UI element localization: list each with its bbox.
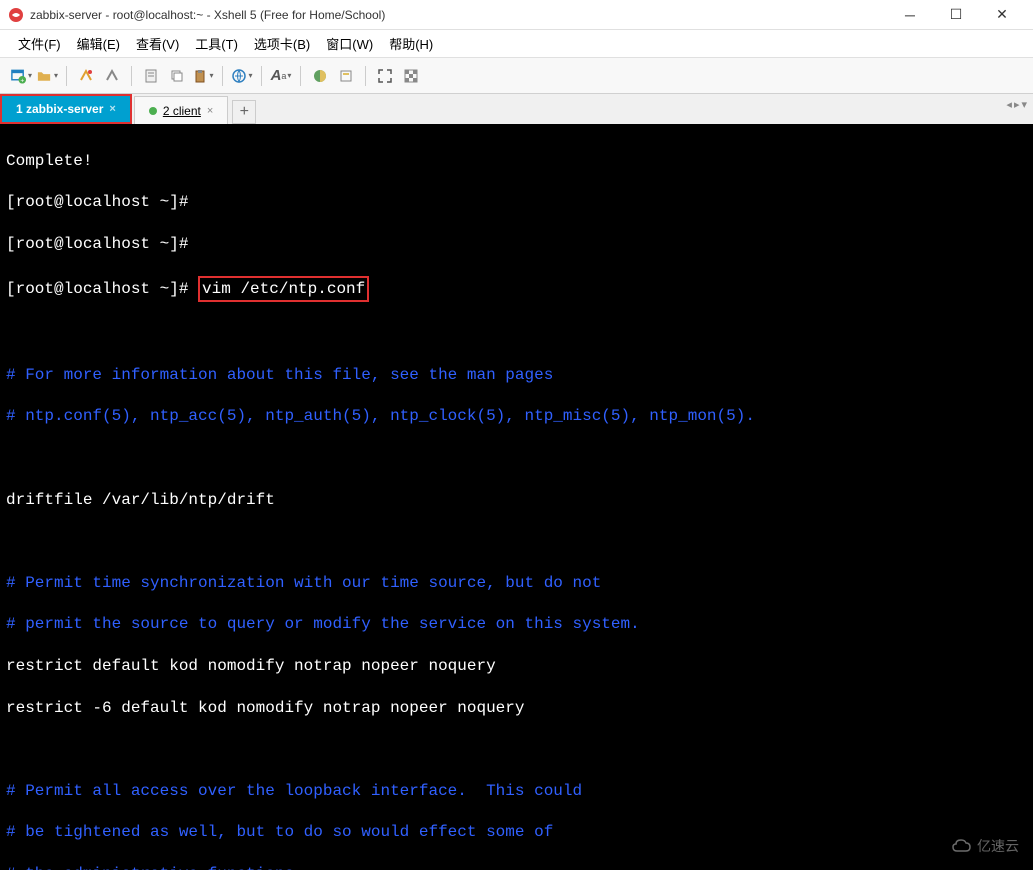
maximize-button[interactable]: ☐	[933, 0, 979, 30]
menu-view[interactable]: 查看(V)	[130, 32, 185, 55]
menubar: 文件(F) 编辑(E) 查看(V) 工具(T) 选项卡(B) 窗口(W) 帮助(…	[0, 30, 1033, 58]
terminal-comment: # For more information about this file, …	[6, 365, 1027, 386]
terminal-comment: # the administrative functions.	[6, 864, 1027, 870]
toolbar: +▾ ▾ ▾ ▾ Aa▾	[0, 58, 1033, 94]
highlighted-command: vim /etc/ntp.conf	[198, 276, 369, 303]
separator	[300, 66, 301, 86]
highlight-button[interactable]	[335, 65, 357, 87]
terminal-line	[6, 739, 1027, 760]
menu-help[interactable]: 帮助(H)	[383, 32, 439, 55]
separator	[66, 66, 67, 86]
menu-tools[interactable]: 工具(T)	[189, 32, 244, 55]
terminal-comment: # ntp.conf(5), ntp_acc(5), ntp_auth(5), …	[6, 406, 1027, 427]
tab-prev-icon[interactable]: ◂	[1006, 98, 1012, 111]
color-scheme-button[interactable]	[309, 65, 331, 87]
properties-button[interactable]	[140, 65, 162, 87]
separator	[365, 66, 366, 86]
transparency-button[interactable]	[400, 65, 422, 87]
terminal-line: [root@localhost ~]#	[6, 192, 1027, 213]
disconnect-button[interactable]	[101, 65, 123, 87]
menu-tabs[interactable]: 选项卡(B)	[248, 32, 316, 55]
terminal-line: Complete!	[6, 151, 1027, 172]
tab-close-icon[interactable]: ×	[109, 103, 115, 115]
watermark: 亿速云	[951, 836, 1019, 856]
tab-client[interactable]: 2 client ×	[134, 96, 228, 124]
close-button[interactable]: ✕	[979, 0, 1025, 30]
menu-edit[interactable]: 编辑(E)	[71, 32, 126, 55]
tab-close-icon[interactable]: ×	[207, 105, 213, 117]
open-button[interactable]: ▾	[36, 65, 58, 87]
tab-next-icon[interactable]: ▸	[1014, 98, 1020, 111]
terminal-comment: # Permit time synchronization with our t…	[6, 573, 1027, 594]
app-icon	[8, 7, 24, 23]
terminal-line: [root@localhost ~]#	[6, 234, 1027, 255]
find-button[interactable]: ▾	[231, 65, 253, 87]
cloud-icon	[951, 838, 973, 854]
tab-nav: ◂ ▸ ▾	[1006, 98, 1027, 111]
tab-list-icon[interactable]: ▾	[1021, 98, 1027, 111]
reconnect-button[interactable]	[75, 65, 97, 87]
status-dot-icon	[149, 107, 157, 115]
terminal-line	[6, 323, 1027, 344]
separator	[261, 66, 262, 86]
fullscreen-button[interactable]	[374, 65, 396, 87]
tab-label: 1 zabbix-server	[16, 102, 103, 116]
terminal-line: restrict -6 default kod nomodify notrap …	[6, 698, 1027, 719]
new-tab-button[interactable]: +	[232, 100, 256, 124]
terminal-line: driftfile /var/lib/ntp/drift	[6, 490, 1027, 511]
tab-zabbix-server[interactable]: 1 zabbix-server ×	[0, 94, 132, 124]
svg-text:+: +	[20, 77, 24, 84]
menu-file[interactable]: 文件(F)	[12, 32, 67, 55]
terminal-comment: # permit the source to query or modify t…	[6, 614, 1027, 635]
terminal[interactable]: Complete! [root@localhost ~]# [root@loca…	[0, 124, 1033, 870]
tab-label: 2 client	[163, 104, 201, 118]
terminal-line	[6, 448, 1027, 469]
tabbar: 1 zabbix-server × 2 client × + ◂ ▸ ▾	[0, 94, 1033, 124]
paste-button[interactable]: ▾	[192, 65, 214, 87]
font-button[interactable]: Aa▾	[270, 65, 292, 87]
copy-button[interactable]	[166, 65, 188, 87]
minimize-button[interactable]: ─	[887, 0, 933, 30]
terminal-comment: # Permit all access over the loopback in…	[6, 781, 1027, 802]
terminal-line: restrict default kod nomodify notrap nop…	[6, 656, 1027, 677]
terminal-line: [root@localhost ~]# vim /etc/ntp.conf	[6, 276, 1027, 303]
titlebar: zabbix-server - root@localhost:~ - Xshel…	[0, 0, 1033, 30]
window-title: zabbix-server - root@localhost:~ - Xshel…	[30, 8, 887, 22]
new-session-button[interactable]: +▾	[10, 65, 32, 87]
terminal-comment: # be tightened as well, but to do so wou…	[6, 822, 1027, 843]
separator	[131, 66, 132, 86]
terminal-line	[6, 531, 1027, 552]
menu-window[interactable]: 窗口(W)	[320, 32, 379, 55]
separator	[222, 66, 223, 86]
